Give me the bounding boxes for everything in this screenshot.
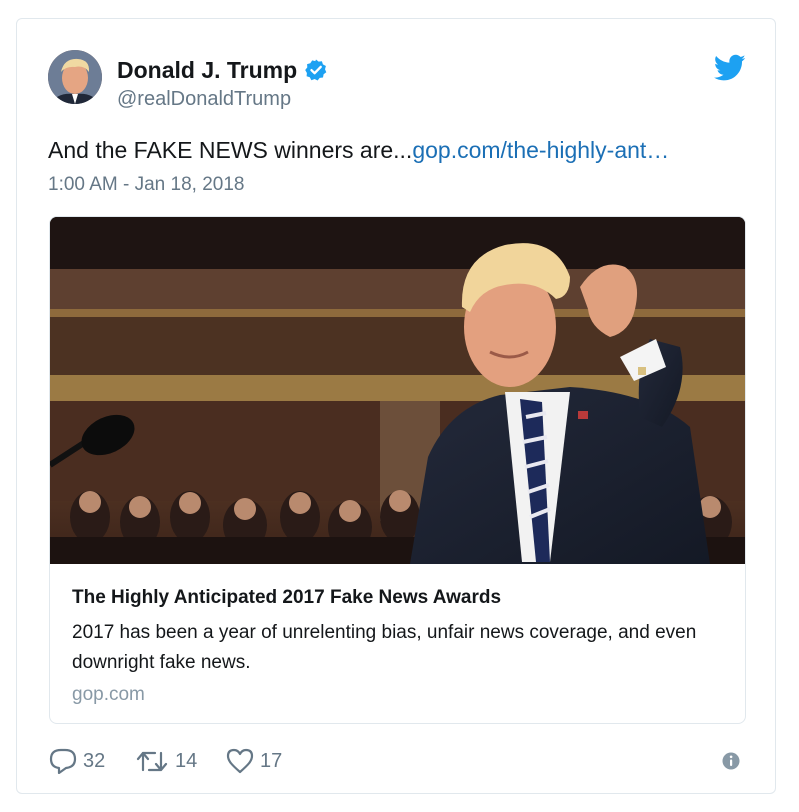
card-description: 2017 has been a year of unrelenting bias… xyxy=(72,622,697,673)
avatar[interactable] xyxy=(48,50,102,104)
reply-count: 32 xyxy=(83,749,106,772)
info-icon[interactable] xyxy=(722,752,740,770)
like-button[interactable]: 17 xyxy=(226,745,282,777)
tweet-text: And the FAKE NEWS winners are...gop.com/… xyxy=(48,135,669,165)
retweet-count: 14 xyxy=(175,749,198,772)
tweet-timestamp[interactable]: 1:00 AM - Jan 18, 2018 xyxy=(48,173,244,197)
card-photo xyxy=(50,217,745,564)
card-title[interactable]: The Highly Anticipated 2017 Fake News Aw… xyxy=(72,586,501,610)
card-image[interactable] xyxy=(50,217,745,564)
verified-badge-icon xyxy=(305,59,327,81)
avatar-photo xyxy=(48,50,102,104)
retweet-button[interactable]: 14 xyxy=(135,745,197,777)
link-preview-card[interactable]: The Highly Anticipated 2017 Fake News Aw… xyxy=(49,216,746,724)
reply-button[interactable]: 32 xyxy=(49,745,105,777)
heart-icon xyxy=(226,748,254,774)
tweet-link[interactable]: gop.com/the-highly-ant… xyxy=(412,137,669,163)
tweet-body-text: And the FAKE NEWS winners are... xyxy=(48,137,413,163)
reply-icon xyxy=(49,748,77,774)
user-handle[interactable]: @realDonaldTrump xyxy=(117,87,291,111)
display-name[interactable]: Donald J. Trump xyxy=(117,57,297,83)
retweet-icon xyxy=(136,751,168,772)
twitter-bird-icon[interactable] xyxy=(714,54,746,82)
tweet-embed: Donald J. Trump @realDonaldTrump And the… xyxy=(16,18,776,794)
card-domain: gop.com xyxy=(72,684,145,705)
like-count: 17 xyxy=(260,749,283,772)
